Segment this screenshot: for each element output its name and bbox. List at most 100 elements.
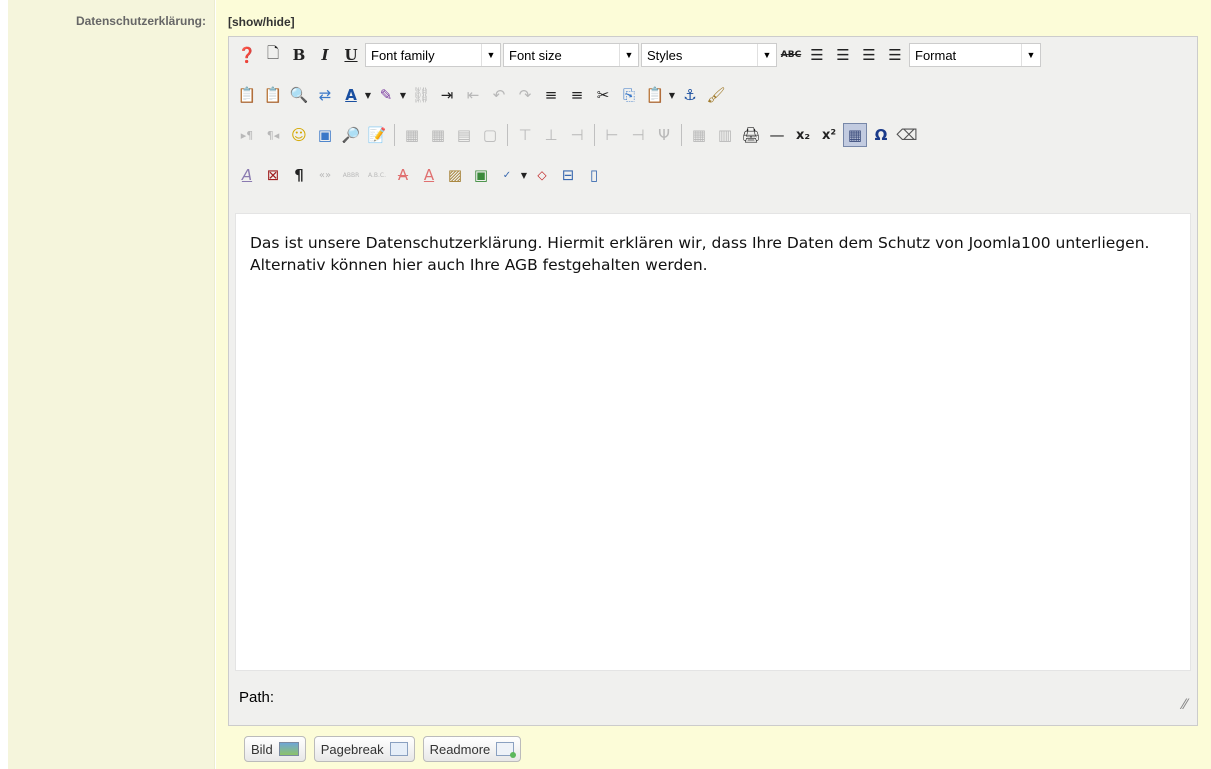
- readmore-button[interactable]: Readmore: [422, 736, 522, 762]
- cell-props-icon[interactable]: ▢: [478, 123, 502, 147]
- field-label-column: Datenschutzerklärung:: [8, 0, 215, 769]
- bullet-list-icon[interactable]: ≡: [565, 83, 589, 107]
- help-icon[interactable]: ❓: [235, 43, 259, 67]
- field-value-column: [show/hide] ❓ 🗋 B I U Font family ▼ Font…: [216, 0, 1211, 769]
- new-document-icon[interactable]: 🗋: [261, 43, 285, 67]
- italic-button[interactable]: I: [313, 43, 337, 67]
- pagebreak-button[interactable]: Pagebreak: [313, 736, 415, 762]
- font-size-select[interactable]: Font size ▼: [503, 43, 639, 67]
- outdent-icon[interactable]: ⇤: [461, 83, 485, 107]
- pagebreak-toolbar-icon[interactable]: ⊟: [556, 163, 580, 187]
- table-props-icon[interactable]: ▦: [426, 123, 450, 147]
- paste-word-icon[interactable]: 📋: [235, 83, 259, 107]
- cite-button[interactable]: «»: [313, 163, 337, 187]
- align-center-icon[interactable]: ☰: [831, 43, 855, 67]
- styles-select[interactable]: Styles ▼: [641, 43, 777, 67]
- media-icon[interactable]: ▣: [313, 123, 337, 147]
- remove-format-icon[interactable]: ⌫: [895, 123, 919, 147]
- undo-icon[interactable]: ↶: [487, 83, 511, 107]
- text-color-dropdown-icon[interactable]: ▼: [364, 83, 372, 107]
- row-before-icon[interactable]: ⊤: [513, 123, 537, 147]
- highlight-color-icon[interactable]: ✎: [374, 83, 398, 107]
- emotions-icon[interactable]: ☺: [287, 123, 311, 147]
- align-left-icon[interactable]: ☰: [857, 43, 881, 67]
- show-hide-toggle[interactable]: [show/hide]: [228, 15, 295, 29]
- justify-full-icon[interactable]: ☰: [805, 43, 829, 67]
- cleanup-icon[interactable]: 🖌: [704, 83, 728, 107]
- find-icon[interactable]: 🔍: [287, 83, 311, 107]
- indent-icon[interactable]: ⇥: [435, 83, 459, 107]
- row-props-icon[interactable]: ▤: [452, 123, 476, 147]
- superscript-button[interactable]: x²: [817, 123, 841, 147]
- field-label: Datenschutzerklärung:: [75, 14, 206, 28]
- readmore-button-label: Readmore: [429, 741, 491, 757]
- font-family-select[interactable]: Font family ▼: [365, 43, 501, 67]
- pagebreak-icon: [389, 742, 408, 756]
- numbered-list-icon[interactable]: ≡: [539, 83, 563, 107]
- rtl-icon[interactable]: ¶◂: [261, 123, 285, 147]
- paste-dropdown-icon[interactable]: ▼: [668, 83, 676, 107]
- image-icon: [278, 742, 299, 756]
- delete-text-icon[interactable]: A: [391, 163, 415, 187]
- spellcheck-icon[interactable]: ✓: [495, 163, 519, 187]
- merge-cells-icon[interactable]: ▥: [713, 123, 737, 147]
- preview-icon[interactable]: 🔎: [339, 123, 363, 147]
- split-cells-icon[interactable]: ▦: [687, 123, 711, 147]
- horizontal-rule-icon[interactable]: —: [765, 123, 789, 147]
- acronym-button[interactable]: A.B.C.: [365, 163, 389, 187]
- chevron-down-icon: ▼: [619, 44, 638, 66]
- visual-chars-button[interactable]: ¶: [287, 163, 311, 187]
- abbr-button[interactable]: ABBR: [339, 163, 363, 187]
- col-before-icon[interactable]: ⊢: [600, 123, 624, 147]
- paste-icon[interactable]: 📋: [643, 83, 667, 107]
- paste-text-icon[interactable]: 📋: [261, 83, 285, 107]
- redo-icon[interactable]: ↷: [513, 83, 537, 107]
- col-after-icon[interactable]: ⊣: [626, 123, 650, 147]
- strikethrough-button[interactable]: ABC: [779, 43, 803, 67]
- subscript-button[interactable]: x₂: [791, 123, 815, 147]
- editor-extra-buttons: Bild Pagebreak Readmore: [244, 736, 522, 762]
- unlink-icon[interactable]: ⛓: [409, 83, 433, 107]
- copy-icon[interactable]: ⎘: [617, 83, 641, 107]
- ltr-icon[interactable]: ▸¶: [235, 123, 259, 147]
- cut-icon[interactable]: ✂: [591, 83, 615, 107]
- editor-content-text[interactable]: Das ist unsere Datenschutzerklärung. Hie…: [250, 232, 1170, 276]
- styleprops-icon[interactable]: A: [235, 163, 259, 187]
- separator: [681, 124, 682, 146]
- insert-text-icon[interactable]: A: [417, 163, 441, 187]
- wysiwyg-editor: ❓ 🗋 B I U Font family ▼ Font size ▼ Styl…: [228, 36, 1198, 726]
- html-source-icon[interactable]: ◇: [530, 163, 554, 187]
- format-value: Format: [915, 47, 957, 63]
- print-icon[interactable]: 🖨: [739, 123, 763, 147]
- spellcheck-dropdown-icon[interactable]: ▼: [520, 163, 528, 187]
- resize-grip-icon[interactable]: ⁄⁄: [1182, 697, 1187, 713]
- image-button[interactable]: Bild: [244, 736, 306, 762]
- styles-value: Styles: [647, 47, 683, 63]
- separator: [507, 124, 508, 146]
- attributes-icon[interactable]: ▨: [443, 163, 467, 187]
- toolbar-row-3: ▸¶ ¶◂ ☺ ▣ 🔎 📝 ▦ ▦ ▤ ▢ ⊤ ⊥ ⊣ ⊢ ⊣ Ψ ▦ ▥ 🖨 …: [235, 121, 919, 149]
- format-select[interactable]: Format ▼: [909, 43, 1041, 67]
- visual-aid-icon[interactable]: ▦: [843, 123, 867, 147]
- special-char-button[interactable]: Ω: [869, 123, 893, 147]
- toolbar-row-1: ❓ 🗋 B I U Font family ▼ Font size ▼ Styl…: [235, 41, 1041, 69]
- editor-content-area[interactable]: Das ist unsere Datenschutzerklärung. Hie…: [235, 213, 1191, 671]
- toolbar-row-2: 📋 📋 🔍 ⇄ A ▼ ✎ ▼ ⛓ ⇥ ⇤ ↶ ↷ ≡ ≡ ✂ ⎘ 📋 ▼ ⚓ …: [235, 81, 728, 109]
- highlight-color-dropdown-icon[interactable]: ▼: [399, 83, 407, 107]
- image-icon[interactable]: ▣: [469, 163, 493, 187]
- row-after-icon[interactable]: ⊥: [539, 123, 563, 147]
- replace-icon[interactable]: ⇄: [313, 83, 337, 107]
- bold-button[interactable]: B: [287, 43, 311, 67]
- anchor-icon[interactable]: ⚓: [678, 83, 702, 107]
- align-right-icon[interactable]: ☰: [883, 43, 907, 67]
- layer-icon[interactable]: ▯: [582, 163, 606, 187]
- chevron-down-icon: ▼: [1021, 44, 1040, 66]
- edit-template-icon[interactable]: 📝: [365, 123, 389, 147]
- text-color-icon[interactable]: A: [339, 83, 363, 107]
- delete-col-icon[interactable]: Ψ: [652, 123, 676, 147]
- insert-table-icon[interactable]: ▦: [400, 123, 424, 147]
- nonbreaking-icon[interactable]: ⊠: [261, 163, 285, 187]
- underline-button[interactable]: U: [339, 43, 363, 67]
- chevron-down-icon: ▼: [481, 44, 500, 66]
- delete-row-icon[interactable]: ⊣: [565, 123, 589, 147]
